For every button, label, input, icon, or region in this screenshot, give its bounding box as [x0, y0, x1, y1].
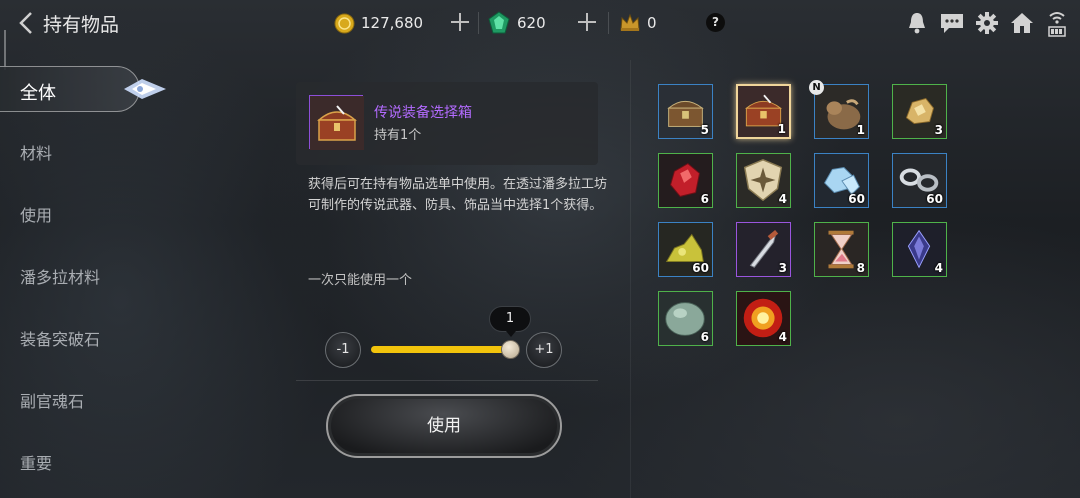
inventory-slot[interactable]: 5 — [658, 84, 713, 139]
sidebar-item-consumables[interactable]: 使用 — [0, 190, 160, 236]
chat-icon[interactable] — [939, 8, 965, 38]
gem-display: 620 — [487, 11, 546, 34]
inventory-slot[interactable]: 4 — [736, 291, 791, 346]
sidebar-item-pandora-materials[interactable]: 潘多拉材料 — [0, 252, 160, 298]
sidebar-item-breakthrough-stones[interactable]: 装备突破石 — [0, 314, 160, 360]
inventory-slot[interactable]: 3 — [736, 222, 791, 277]
gold-amount: 127,680 — [361, 14, 424, 32]
new-item-badge: N — [809, 80, 824, 95]
wifi-battery-icon — [1044, 8, 1070, 38]
top-icons — [904, 8, 1070, 38]
inventory-slot[interactable]: 4 — [892, 222, 947, 277]
back-icon[interactable] — [16, 10, 38, 36]
divider — [608, 12, 609, 34]
quantity-slider[interactable] — [371, 346, 514, 353]
inventory-slot[interactable]: 3 — [892, 84, 947, 139]
gold-display: 127,680 — [334, 12, 423, 34]
add-gold-button[interactable] — [449, 11, 471, 33]
legendary-chest-icon — [309, 95, 364, 150]
divider — [296, 380, 598, 381]
increase-quantity-button[interactable]: +1 — [526, 332, 562, 368]
sidebar-item-all[interactable]: 全体 — [0, 66, 140, 112]
use-button[interactable]: 使用 — [326, 394, 562, 458]
inventory-slot[interactable]: 4 — [736, 153, 791, 208]
bell-icon[interactable] — [904, 8, 930, 38]
item-name: 传说装备选择箱 — [374, 105, 472, 121]
home-icon[interactable] — [1009, 8, 1035, 38]
sidebar-accent-line — [4, 30, 6, 70]
usage-note: 一次只能使用一个 — [308, 273, 413, 288]
sidebar-item-adjutant-soulstones[interactable]: 副官魂石 — [0, 376, 160, 422]
item-detail-card: 传说装备选择箱 持有1个 — [296, 82, 598, 165]
selection-indicator-icon — [124, 79, 166, 99]
quantity-value: 1 — [489, 306, 531, 337]
inventory-slot[interactable]: 60 — [814, 153, 869, 208]
inventory-slot[interactable]: 8 — [814, 222, 869, 277]
gold-coin-icon — [334, 13, 355, 33]
inventory-slot[interactable]: 6 — [658, 291, 713, 346]
inventory-slot[interactable]: 6 — [658, 153, 713, 208]
sidebar-item-important[interactable]: 重要 — [0, 438, 160, 484]
add-gem-button[interactable] — [576, 11, 598, 33]
divider — [630, 60, 631, 498]
crown-display: 0 — [619, 12, 657, 34]
crown-icon — [620, 13, 640, 31]
inventory-slot-selected[interactable]: 1 — [736, 84, 791, 139]
divider — [478, 12, 479, 34]
inventory-slot[interactable]: 60 — [892, 153, 947, 208]
item-owned-count: 持有1个 — [374, 128, 422, 143]
quantity-slider-handle[interactable] — [501, 340, 520, 359]
decrease-quantity-button[interactable]: -1 — [325, 332, 361, 368]
item-description: 获得后可在持有物品选单中使用。在透过潘多拉工坊可制作的传说武器、防具、饰品当中选… — [308, 177, 608, 213]
help-button[interactable]: ? — [706, 13, 725, 32]
green-gem-icon — [488, 11, 510, 34]
inventory-slot[interactable]: 60 — [658, 222, 713, 277]
page-title: 持有物品 — [43, 14, 120, 36]
gem-amount: 620 — [517, 14, 546, 32]
gear-icon[interactable] — [974, 8, 1000, 38]
top-bar: 持有物品 127,680 620 0 ? — [0, 0, 1080, 46]
sidebar-item-materials[interactable]: 材料 — [0, 128, 160, 174]
crown-amount: 0 — [647, 14, 657, 32]
